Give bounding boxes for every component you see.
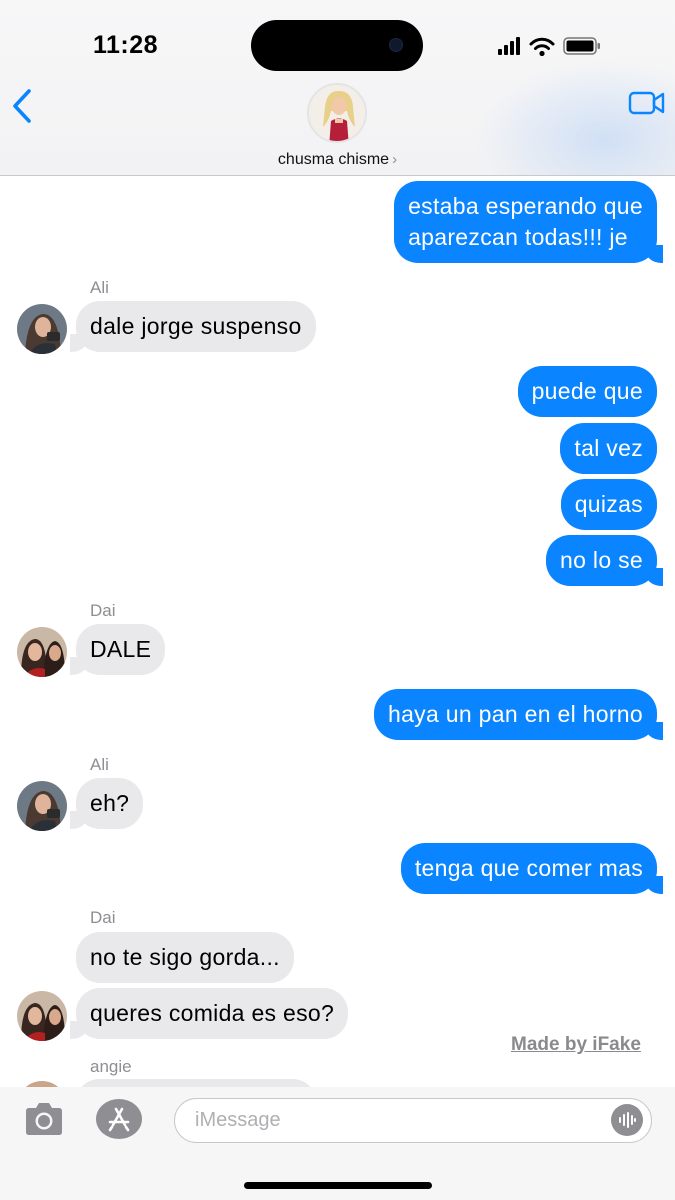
- camera-icon[interactable]: [22, 1101, 66, 1137]
- sender-name: Dai: [90, 908, 116, 927]
- avatar[interactable]: [17, 627, 67, 677]
- video-camera-icon[interactable]: [628, 90, 666, 116]
- status-time: 11:28: [93, 31, 159, 59]
- battery-icon: [563, 37, 600, 55]
- contact-avatar[interactable]: [307, 83, 367, 143]
- audio-message-button[interactable]: [611, 1104, 643, 1136]
- incoming-message[interactable]: DALE: [69, 624, 166, 675]
- incoming-message[interactable]: eh?: [69, 778, 144, 829]
- incoming-message[interactable]: no te sigo gorda...: [76, 932, 294, 983]
- sender-name: angie: [90, 1057, 132, 1076]
- outgoing-message[interactable]: no lo se: [546, 535, 663, 586]
- outgoing-message[interactable]: tal vez: [560, 423, 657, 474]
- camera-dot-icon: [389, 38, 403, 52]
- chevron-left-icon[interactable]: [10, 88, 34, 124]
- app-store-icon: [108, 1107, 130, 1132]
- incoming-message[interactable]: [76, 1079, 316, 1087]
- message-input-placeholder: iMessage: [195, 1109, 281, 1131]
- conversation-header: 11:28 chusma chisme ›: [0, 0, 675, 176]
- waveform-icon: [619, 1112, 636, 1128]
- sender-name: Ali: [90, 278, 109, 297]
- sender-name: Dai: [90, 601, 116, 620]
- watermark: Made by iFake: [511, 1034, 641, 1055]
- chevron-right-icon: ›: [392, 151, 398, 168]
- outgoing-message[interactable]: puede que: [517, 366, 657, 417]
- status-icons: [498, 37, 600, 56]
- avatar[interactable]: [17, 781, 67, 831]
- avatar[interactable]: [17, 304, 67, 354]
- contact-name-text: chusma chisme: [277, 151, 390, 168]
- message-input[interactable]: iMessage: [174, 1098, 652, 1143]
- avatar[interactable]: [17, 991, 67, 1041]
- outgoing-message[interactable]: quizas: [560, 479, 657, 530]
- message-line: estaba esperando que: [408, 193, 643, 219]
- outgoing-message[interactable]: estaba esperando que aparezcan todas!!! …: [394, 181, 663, 263]
- outgoing-message[interactable]: haya un pan en el horno: [374, 689, 663, 740]
- home-indicator: [244, 1182, 432, 1189]
- cellular-signal-icon: [498, 37, 520, 55]
- incoming-message[interactable]: dale jorge suspenso: [70, 301, 316, 352]
- compose-bar: iMessage: [0, 1087, 675, 1200]
- message-thread[interactable]: estaba esperando que aparezcan todas!!! …: [0, 177, 675, 1087]
- sender-name: Ali: [90, 755, 109, 774]
- message-line: aparezcan todas!!! je: [408, 224, 628, 250]
- incoming-message[interactable]: queres comida es eso?: [69, 988, 349, 1039]
- dynamic-island: [251, 20, 423, 71]
- wifi-icon: [529, 37, 555, 56]
- outgoing-message[interactable]: tenga que comer mas: [400, 843, 664, 894]
- contact-name[interactable]: chusma chisme ›: [0, 151, 675, 169]
- app-store-button[interactable]: [96, 1099, 142, 1139]
